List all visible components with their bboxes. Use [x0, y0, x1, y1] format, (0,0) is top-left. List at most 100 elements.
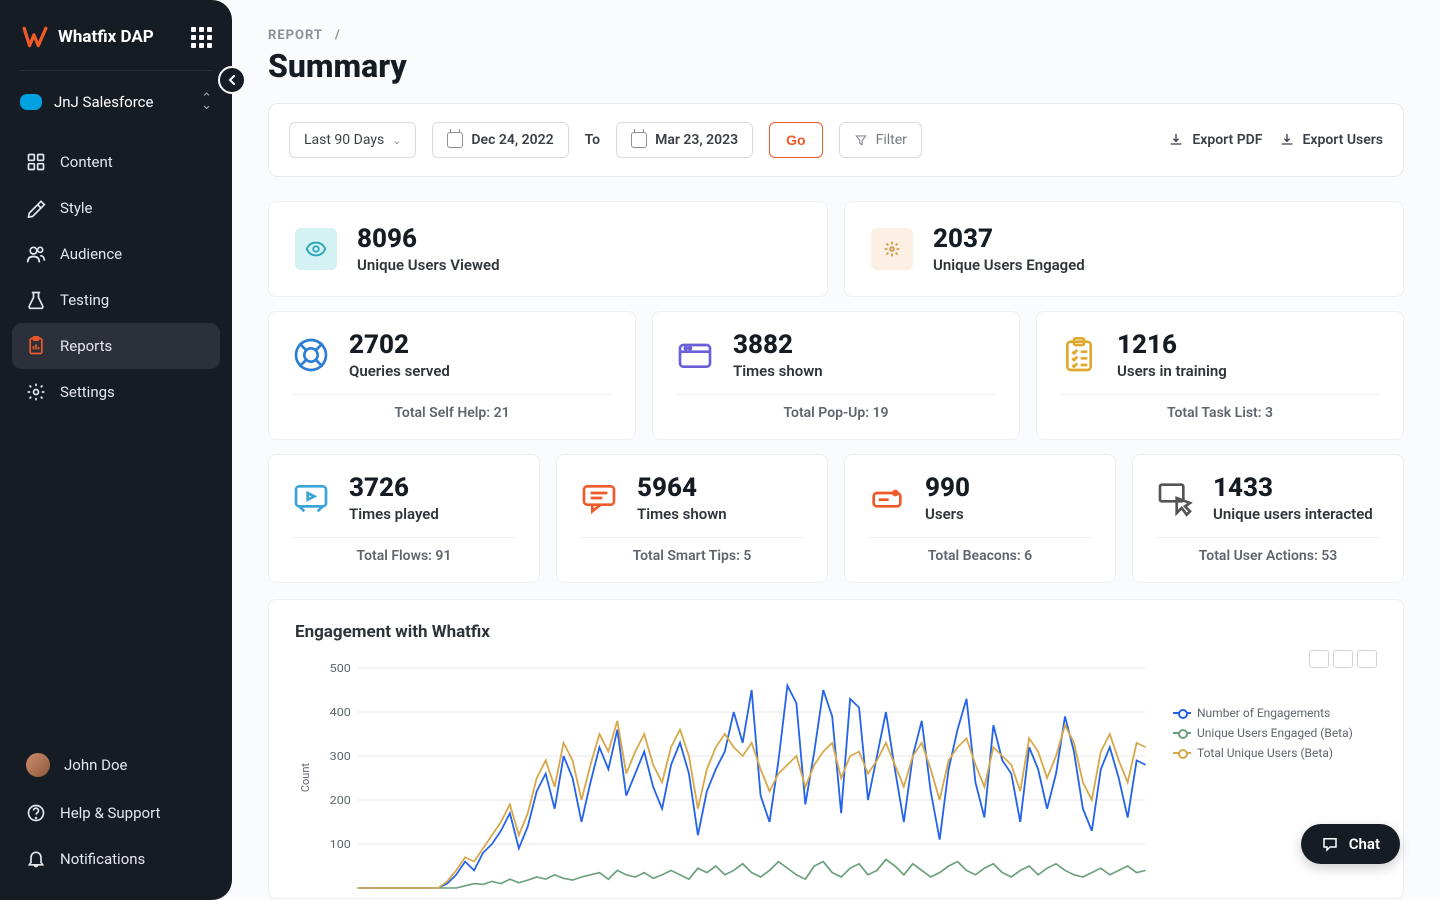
user-name: John Doe [64, 756, 127, 774]
date-to-input[interactable]: Mar 23, 2023 [616, 122, 753, 158]
svg-text:500: 500 [330, 662, 351, 675]
filter-button[interactable]: Filter [839, 122, 922, 158]
metric-value: 2037 [933, 224, 1085, 254]
filter-icon [854, 133, 868, 147]
range-label: Last 90 Days [304, 132, 384, 148]
date-to-value: Mar 23, 2023 [655, 132, 738, 148]
breadcrumb: REPORT / [268, 28, 1404, 43]
metric-value: 990 [925, 473, 970, 503]
export-pdf-button[interactable]: Export PDF [1168, 132, 1262, 148]
sidebar-item-label: Style [60, 199, 93, 217]
svg-text:300: 300 [330, 750, 351, 763]
sidebar-item-style[interactable]: Style [12, 185, 220, 231]
metric-card-beacons[interactable]: 990 Users Total Beacons: 6 [844, 454, 1116, 583]
beacon-icon [867, 478, 907, 518]
metric-footer: Total Beacons: 6 [867, 537, 1093, 564]
chart-tool-zoom[interactable] [1309, 650, 1329, 668]
sidebar-item-notifications[interactable]: Notifications [12, 836, 220, 882]
metric-card-smarttips[interactable]: 5964 Times shown Total Smart Tips: 5 [556, 454, 828, 583]
sidebar-user[interactable]: John Doe [12, 740, 220, 790]
legend-item-total-unique[interactable]: Total Unique Users (Beta) [1173, 746, 1377, 760]
metric-footer: Total Smart Tips: 5 [579, 537, 805, 564]
page-title: Summary [268, 47, 1404, 85]
go-button[interactable]: Go [769, 122, 822, 158]
chart-title: Engagement with Whatfix [295, 622, 1377, 642]
metric-label: Times shown [733, 362, 823, 380]
calendar-icon [447, 132, 463, 148]
date-from-value: Dec 24, 2022 [471, 132, 553, 148]
audience-icon [26, 244, 46, 264]
metric-label: Unique Users Viewed [357, 256, 500, 274]
gear-icon [26, 382, 46, 402]
sidebar-item-label: Testing [60, 291, 109, 309]
sidebar-item-reports[interactable]: Reports [12, 323, 220, 369]
metric-value: 5964 [637, 473, 727, 503]
tasklist-icon [1059, 335, 1099, 375]
sidebar-collapse-button[interactable] [218, 66, 246, 94]
chat-button[interactable]: Chat [1301, 824, 1400, 864]
svg-text:400: 400 [330, 706, 351, 719]
metric-card-viewed[interactable]: 8096 Unique Users Viewed [268, 201, 828, 297]
workspace-selector[interactable]: JnJ Salesforce ⌃⌄ [0, 83, 232, 121]
metric-label: Times shown [637, 505, 727, 523]
metric-card-popup[interactable]: 3882Times shown Total Pop-Up: 19 [652, 311, 1020, 440]
breadcrumb-sep: / [335, 28, 341, 43]
sidebar-item-label: Content [60, 153, 113, 171]
style-icon [26, 198, 46, 218]
calendar-icon [631, 132, 647, 148]
help-icon [26, 803, 46, 823]
metric-value: 3726 [349, 473, 439, 503]
metric-card-engaged[interactable]: 2037 Unique Users Engaged [844, 201, 1404, 297]
metric-footer: Total Self Help: 21 [291, 394, 613, 421]
main-content: REPORT / Summary Last 90 Days ⌄ Dec 24, … [232, 0, 1440, 900]
sidebar-item-label: Settings [60, 383, 115, 401]
metric-card-tasklist[interactable]: 1216Users in training Total Task List: 3 [1036, 311, 1404, 440]
metric-card-flows[interactable]: 3726Times played Total Flows: 91 [268, 454, 540, 583]
sidebar-item-content[interactable]: Content [12, 139, 220, 185]
metric-label: Users [925, 505, 970, 523]
legend-item-engagements[interactable]: Number of Engagements [1173, 706, 1377, 720]
date-from-input[interactable]: Dec 24, 2022 [432, 122, 568, 158]
salesforce-icon [20, 94, 42, 110]
svg-text:100: 100 [330, 838, 351, 851]
engagement-chart[interactable]: 100 200 300 400 500 [312, 658, 1157, 898]
metric-footer: Total Pop-Up: 19 [675, 394, 997, 421]
metric-card-useractions[interactable]: 1433Unique users interacted Total User A… [1132, 454, 1404, 583]
app-logo[interactable]: Whatfix DAP [22, 24, 154, 50]
legend-item-unique-engaged[interactable]: Unique Users Engaged (Beta) [1173, 726, 1377, 740]
filter-label: Filter [876, 132, 907, 148]
breadcrumb-section[interactable]: REPORT [268, 28, 323, 43]
content-icon [26, 152, 46, 172]
export-users-label: Export Users [1303, 132, 1384, 148]
sidebar-item-settings[interactable]: Settings [12, 369, 220, 415]
sidebar-item-label: Audience [60, 245, 122, 263]
sidebar-item-audience[interactable]: Audience [12, 231, 220, 277]
sidebar-item-testing[interactable]: Testing [12, 277, 220, 323]
whatfix-logo-icon [22, 24, 48, 50]
metric-label: Queries served [349, 362, 450, 380]
metric-card-selfhelp[interactable]: 2702Queries served Total Self Help: 21 [268, 311, 636, 440]
metric-label: Unique Users Engaged [933, 256, 1085, 274]
metric-value: 1216 [1117, 330, 1227, 360]
export-users-button[interactable]: Export Users [1279, 132, 1384, 148]
eye-icon [295, 228, 337, 270]
sidebar-item-label: Notifications [60, 850, 145, 868]
lifebuoy-icon [291, 335, 331, 375]
avatar [26, 753, 50, 777]
report-toolbar: Last 90 Days ⌄ Dec 24, 2022 To Mar 23, 2… [268, 103, 1404, 177]
metric-label: Unique users interacted [1213, 505, 1373, 523]
export-pdf-label: Export PDF [1192, 132, 1262, 148]
chart-tools [1309, 650, 1377, 668]
metric-label: Times played [349, 505, 439, 523]
chart-tool-reset[interactable] [1357, 650, 1377, 668]
chart-tool-pan[interactable] [1333, 650, 1353, 668]
sidebar-item-help[interactable]: Help & Support [12, 790, 220, 836]
svg-text:200: 200 [330, 794, 351, 807]
apps-grid-icon[interactable] [191, 27, 212, 48]
testing-icon [26, 290, 46, 310]
date-range-dropdown[interactable]: Last 90 Days ⌄ [289, 122, 416, 158]
chat-icon [1321, 835, 1339, 853]
download-icon [1168, 132, 1184, 148]
reports-icon [26, 336, 46, 356]
metric-footer: Total User Actions: 53 [1155, 537, 1381, 564]
